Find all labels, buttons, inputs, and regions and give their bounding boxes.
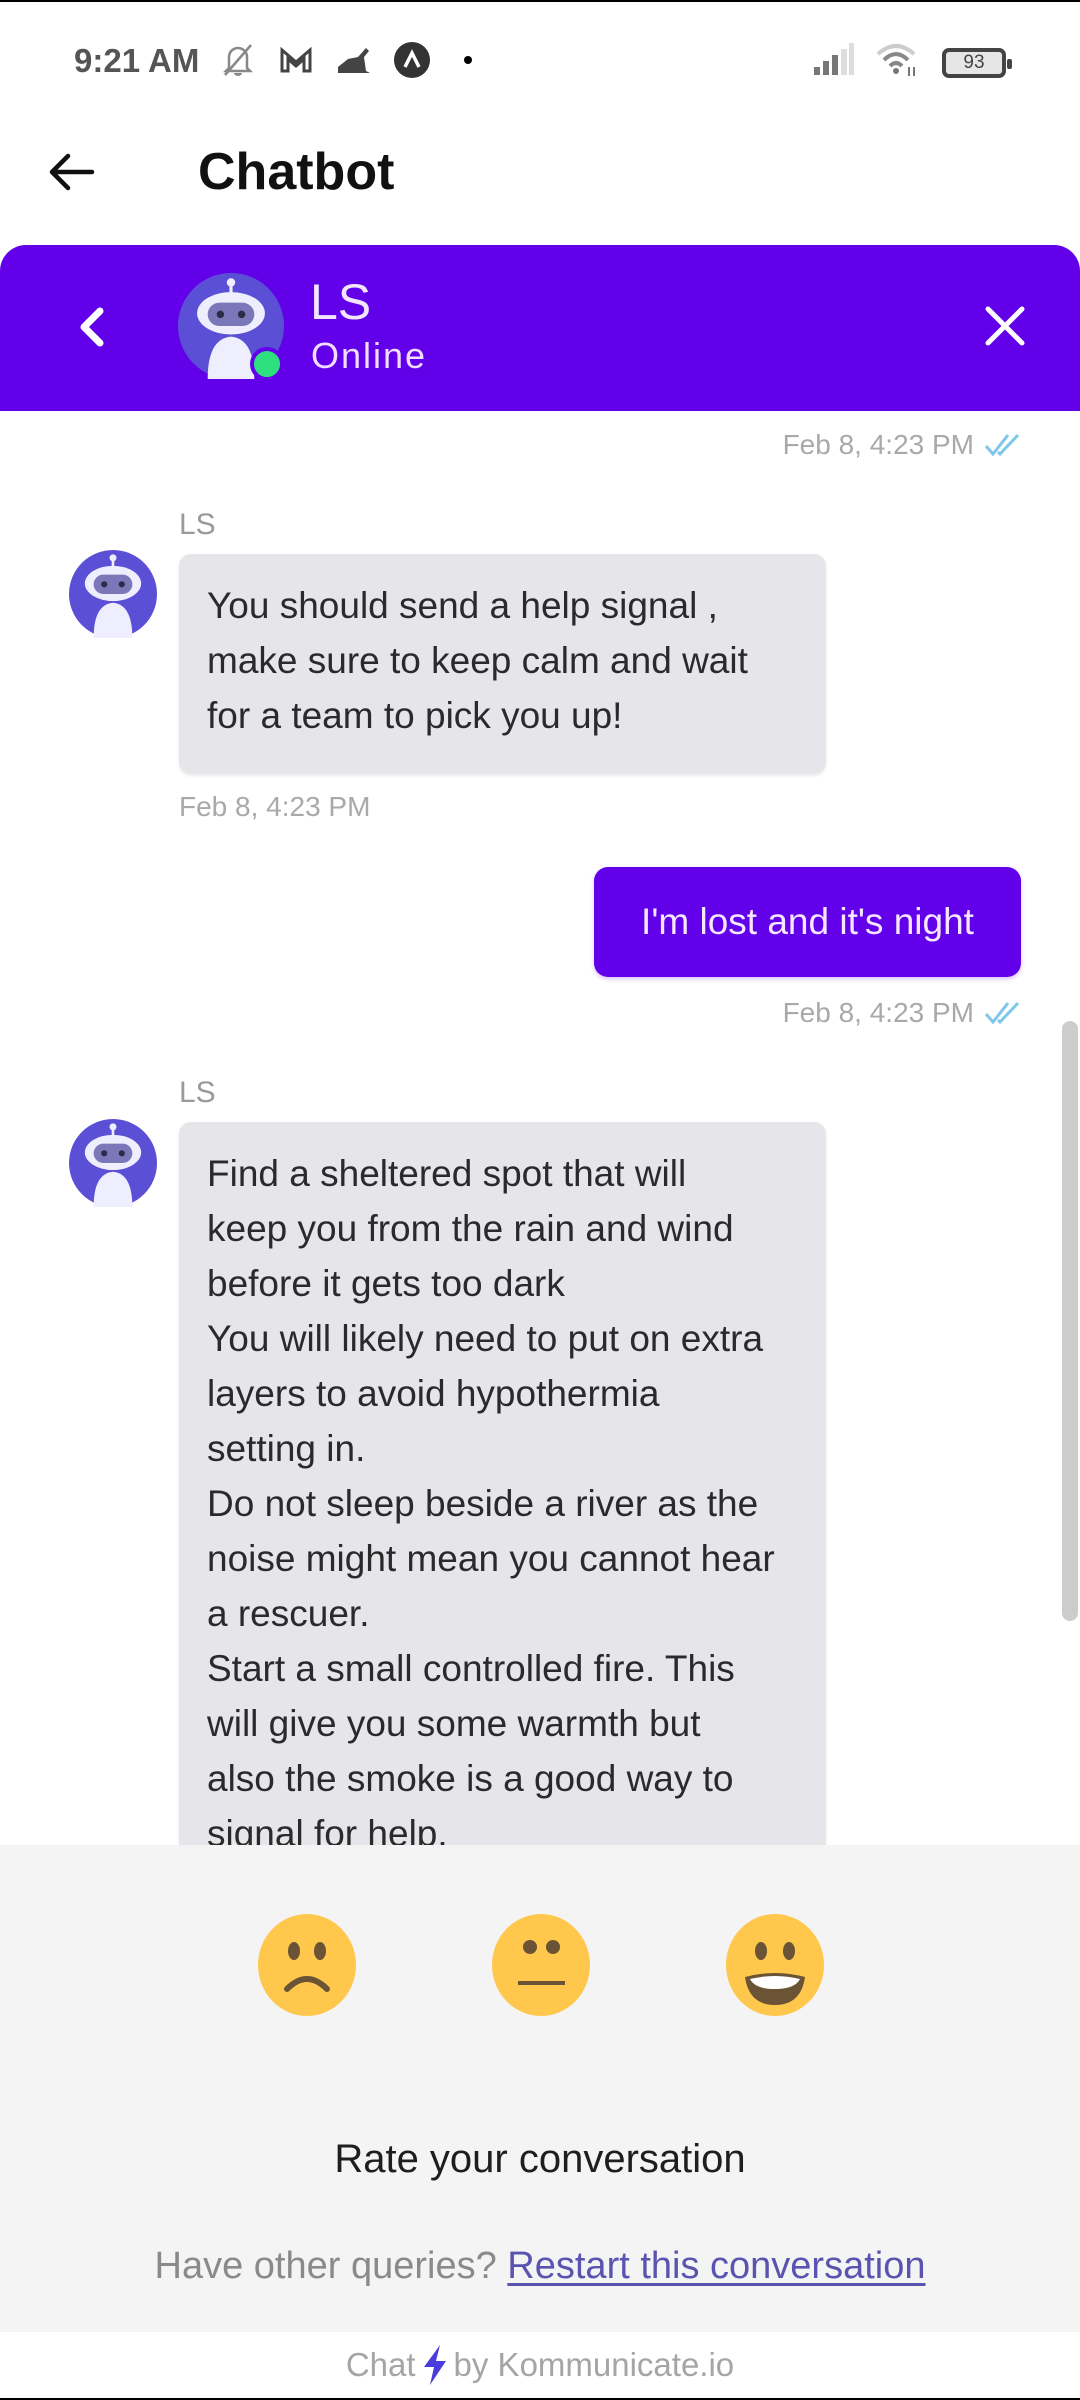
timestamp-text: Feb 8, 4:23 PM <box>782 997 974 1028</box>
close-icon[interactable] <box>980 301 1030 351</box>
message-bubble: You should send a help signal , make sur… <box>179 554 826 774</box>
scrollbar[interactable] <box>1062 1021 1078 1621</box>
signal-icon <box>812 43 854 82</box>
sender-name: LS <box>179 1076 216 1109</box>
sender-name: LS <box>179 508 216 541</box>
app-circle-icon <box>392 40 432 80</box>
double-check-icon <box>984 1000 1024 1026</box>
other-queries-text: Have other queries? <box>154 2245 497 2287</box>
bot-status: Online <box>311 335 428 376</box>
bot-avatar <box>69 1119 157 1207</box>
message-list[interactable]: Feb 8, 4:23 PM LS You should send a help… <box>0 411 1080 1845</box>
message-bubble: Find a sheltered spot that will keep you… <box>179 1122 826 1845</box>
message-timestamp: Feb 8, 4:23 PM <box>783 997 1024 1029</box>
dot-icon <box>464 56 472 64</box>
chat-header: LS Online <box>0 245 1080 411</box>
bell-off-icon <box>218 40 258 80</box>
neutral-face-icon[interactable] <box>491 1913 591 2017</box>
footer-brand[interactable]: by Kommunicate.io <box>454 2346 735 2384</box>
app-bar: Chatbot <box>0 120 1080 244</box>
message-timestamp: Feb 8, 4:23 PM <box>783 429 1024 461</box>
status-bar: 9:21 AM 93 <box>0 0 1080 120</box>
happy-face-icon[interactable] <box>725 1913 825 2017</box>
bot-avatar <box>69 550 157 638</box>
message-timestamp: Feb 8, 4:23 PM <box>179 791 371 822</box>
powered-by-footer: Chat by Kommunicate.io <box>0 2332 1080 2400</box>
message-bubble: I'm lost and it's night <box>594 867 1021 977</box>
restart-line: Have other queries? Restart this convers… <box>0 2245 1080 2288</box>
footer-prefix: Chat <box>345 2346 416 2383</box>
status-time: 9:21 AM <box>74 42 200 79</box>
sad-face-icon[interactable] <box>257 1913 357 2017</box>
restart-conversation-link[interactable]: Restart this conversation <box>507 2245 925 2287</box>
online-indicator <box>250 347 284 381</box>
wifi-icon <box>876 42 920 83</box>
rate-prompt: Rate your conversation <box>334 2137 746 2181</box>
gmail-icon <box>276 40 316 80</box>
app-notification-icon <box>334 40 374 80</box>
system-icons: 93 <box>812 42 1012 83</box>
lightning-icon <box>422 2345 448 2385</box>
battery-icon: 93 <box>942 47 1012 78</box>
timestamp-text: Feb 8, 4:23 PM <box>782 429 974 460</box>
double-check-icon <box>984 432 1024 458</box>
rating-options <box>0 1913 1080 2017</box>
page-title: Chatbot <box>198 143 395 201</box>
back-arrow-icon[interactable] <box>44 144 100 200</box>
battery-level: 93 <box>963 51 985 73</box>
feedback-panel: Rate your conversation Have other querie… <box>0 1845 1080 2332</box>
notification-icons <box>218 40 472 80</box>
bot-name: LS <box>310 274 372 330</box>
chevron-left-icon[interactable] <box>70 297 114 357</box>
